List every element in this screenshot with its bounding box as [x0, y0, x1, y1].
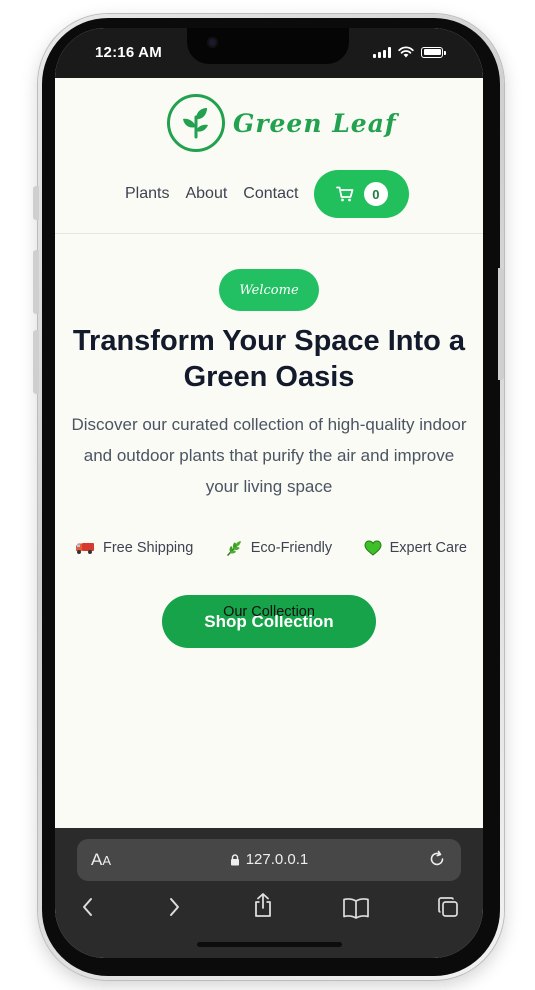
- browser-toolbar: [55, 893, 483, 926]
- url-display: 127.0.0.1: [77, 851, 461, 868]
- phone-screen: 12:16 AM Green Leaf Plants About Contact…: [55, 28, 483, 958]
- hero-title: Transform Your Space Into a Green Oasis: [72, 325, 466, 393]
- forward-icon[interactable]: [167, 896, 181, 918]
- lock-icon: [230, 853, 239, 865]
- hero-subtitle: Discover our curated collection of high-…: [71, 415, 467, 496]
- wifi-icon: [398, 46, 414, 58]
- browser-bar: AA 127.0.0.1: [55, 828, 483, 958]
- feature-list: Free Shipping Eco-Friendly Expert Care: [75, 539, 467, 557]
- bookmarks-icon[interactable]: [342, 897, 370, 919]
- cart-icon: [336, 186, 354, 202]
- power-button: [498, 268, 504, 380]
- leaf-logo-icon: [167, 94, 225, 152]
- home-indicator: [197, 942, 342, 947]
- front-camera: [207, 37, 218, 48]
- feature-expert-care: Expert Care: [364, 540, 467, 556]
- tabs-icon[interactable]: [436, 895, 460, 919]
- site-header: Green Leaf Plants About Contact 0: [55, 78, 483, 234]
- volume-down-button: [33, 330, 39, 394]
- shop-collection-button[interactable]: Shop Collection: [162, 595, 376, 648]
- cart-button[interactable]: 0: [314, 170, 410, 218]
- share-icon[interactable]: [252, 892, 274, 918]
- mute-switch: [33, 186, 39, 220]
- address-bar[interactable]: AA 127.0.0.1: [77, 839, 461, 881]
- status-time: 12:16 AM: [95, 44, 162, 61]
- nav-link-plants[interactable]: Plants: [125, 185, 169, 203]
- welcome-badge: Welcome: [219, 269, 319, 311]
- status-icons: [373, 46, 446, 58]
- green-heart-icon: [364, 540, 382, 556]
- volume-up-button: [33, 250, 39, 314]
- main-nav: Plants About Contact 0: [125, 170, 410, 218]
- truck-icon: [76, 543, 94, 554]
- reload-icon[interactable]: [427, 849, 447, 869]
- nav-link-about[interactable]: About: [185, 185, 227, 203]
- url-text: 127.0.0.1: [245, 851, 309, 868]
- section-heading: Our Collection: [223, 604, 315, 620]
- logo[interactable]: Green Leaf: [167, 94, 397, 152]
- feature-label: Expert Care: [389, 540, 467, 556]
- herb-icon: [226, 541, 241, 556]
- feature-eco-friendly: Eco-Friendly: [225, 539, 332, 557]
- notch: [187, 28, 349, 64]
- signal-icon: [373, 46, 391, 58]
- back-icon[interactable]: [81, 896, 95, 918]
- cart-count-badge: 0: [363, 182, 388, 206]
- battery-icon: [421, 46, 446, 58]
- feature-free-shipping: Free Shipping: [75, 540, 193, 556]
- status-bar: 12:16 AM: [55, 28, 483, 78]
- feature-label: Free Shipping: [103, 540, 194, 556]
- nav-link-contact[interactable]: Contact: [243, 185, 298, 203]
- feature-label: Eco-Friendly: [250, 540, 333, 556]
- brand-name: Green Leaf: [233, 108, 397, 138]
